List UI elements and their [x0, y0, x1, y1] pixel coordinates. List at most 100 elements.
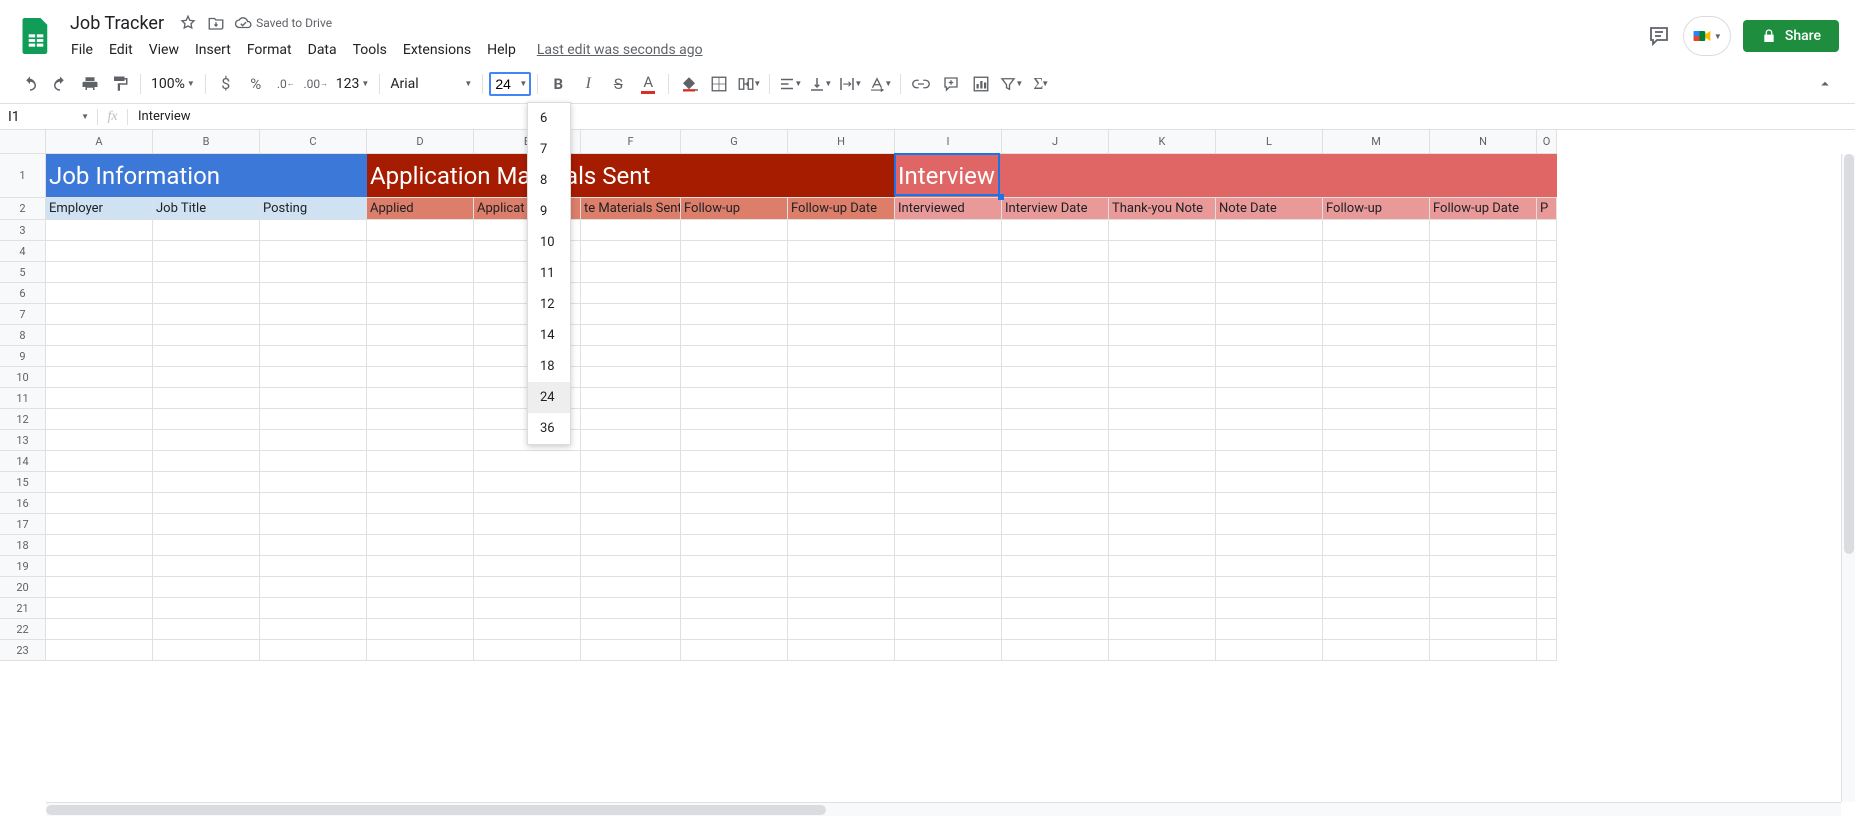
bold-button[interactable]: B	[544, 70, 572, 98]
column-header-I[interactable]: I	[895, 130, 1002, 154]
cell[interactable]	[788, 535, 895, 556]
cell[interactable]	[1002, 325, 1109, 346]
cell[interactable]	[153, 556, 260, 577]
cell[interactable]	[581, 430, 681, 451]
cell[interactable]	[788, 514, 895, 535]
cell[interactable]	[895, 556, 1002, 577]
cell[interactable]	[1002, 367, 1109, 388]
font-size-option-12[interactable]: 12	[528, 289, 570, 320]
vertical-align-button[interactable]: ▼	[806, 70, 834, 98]
cell[interactable]	[1109, 493, 1216, 514]
menu-edit[interactable]: Edit	[102, 38, 140, 62]
cell[interactable]	[681, 535, 788, 556]
cell[interactable]	[1109, 619, 1216, 640]
cell[interactable]	[1430, 304, 1537, 325]
cell[interactable]	[46, 430, 153, 451]
cell[interactable]	[681, 262, 788, 283]
cell[interactable]	[681, 241, 788, 262]
cell[interactable]	[367, 346, 474, 367]
cell[interactable]	[1216, 283, 1323, 304]
row-header-2[interactable]: 2	[0, 198, 46, 220]
cell[interactable]	[1323, 619, 1430, 640]
cell[interactable]	[46, 388, 153, 409]
cell[interactable]	[681, 577, 788, 598]
cell[interactable]	[681, 346, 788, 367]
borders-button[interactable]	[705, 70, 733, 98]
cell[interactable]	[1216, 640, 1323, 661]
cell[interactable]	[260, 325, 367, 346]
cell[interactable]	[1002, 304, 1109, 325]
cell[interactable]	[1216, 346, 1323, 367]
cell[interactable]	[367, 220, 474, 241]
cell[interactable]	[46, 598, 153, 619]
cell[interactable]	[1537, 283, 1557, 304]
cell[interactable]	[1216, 220, 1323, 241]
cell[interactable]	[581, 409, 681, 430]
cell[interactable]	[581, 451, 681, 472]
cell[interactable]	[895, 514, 1002, 535]
row-header-17[interactable]: 17	[0, 514, 46, 535]
cell[interactable]	[681, 325, 788, 346]
cell[interactable]	[1430, 514, 1537, 535]
cell[interactable]	[260, 577, 367, 598]
cell[interactable]	[1002, 535, 1109, 556]
row-header-10[interactable]: 10	[0, 367, 46, 388]
cell[interactable]	[788, 220, 895, 241]
cell[interactable]	[788, 430, 895, 451]
cell[interactable]	[1216, 514, 1323, 535]
font-size-option-18[interactable]: 18	[528, 351, 570, 382]
cell[interactable]	[1323, 367, 1430, 388]
row-header-6[interactable]: 6	[0, 283, 46, 304]
row-header-5[interactable]: 5	[0, 262, 46, 283]
cell[interactable]	[367, 283, 474, 304]
cell[interactable]	[581, 619, 681, 640]
cell[interactable]	[46, 241, 153, 262]
cell[interactable]	[367, 577, 474, 598]
cell[interactable]	[1430, 430, 1537, 451]
font-size-option-14[interactable]: 14	[528, 320, 570, 351]
cell[interactable]	[474, 493, 581, 514]
cell[interactable]	[681, 556, 788, 577]
cell[interactable]	[788, 640, 895, 661]
cell[interactable]	[1002, 451, 1109, 472]
subheader-cell[interactable]: Follow-up Date	[1430, 198, 1537, 220]
cell[interactable]	[1216, 472, 1323, 493]
subheader-cell[interactable]: Note Date	[1216, 198, 1323, 220]
cell[interactable]	[681, 409, 788, 430]
cell[interactable]	[367, 430, 474, 451]
cell[interactable]	[46, 472, 153, 493]
cell[interactable]	[1002, 430, 1109, 451]
row-header-8[interactable]: 8	[0, 325, 46, 346]
cell[interactable]	[1537, 451, 1557, 472]
cell[interactable]	[681, 304, 788, 325]
cell[interactable]	[46, 367, 153, 388]
font-size-dropdown-trigger[interactable]: ▼	[517, 79, 529, 88]
subheader-cell[interactable]: Interview Date	[1002, 198, 1109, 220]
cell[interactable]	[1002, 262, 1109, 283]
row-header-13[interactable]: 13	[0, 430, 46, 451]
row-header-16[interactable]: 16	[0, 493, 46, 514]
cell[interactable]	[260, 514, 367, 535]
cell[interactable]	[681, 640, 788, 661]
cell[interactable]	[153, 283, 260, 304]
cell[interactable]	[1002, 283, 1109, 304]
cell[interactable]	[153, 472, 260, 493]
row-header-23[interactable]: 23	[0, 640, 46, 661]
cell[interactable]	[895, 619, 1002, 640]
decrease-decimal-button[interactable]: .0←	[272, 70, 300, 98]
strikethrough-button[interactable]: S	[604, 70, 632, 98]
cell[interactable]	[1323, 409, 1430, 430]
insert-chart-button[interactable]	[967, 70, 995, 98]
cell[interactable]	[581, 220, 681, 241]
cell[interactable]	[1430, 220, 1537, 241]
cell[interactable]	[1216, 535, 1323, 556]
vertical-scrollbar[interactable]	[1841, 154, 1855, 802]
column-header-B[interactable]: B	[153, 130, 260, 154]
cell[interactable]	[367, 472, 474, 493]
cell[interactable]	[46, 346, 153, 367]
cell[interactable]	[788, 493, 895, 514]
cell[interactable]	[367, 241, 474, 262]
cell[interactable]	[1216, 262, 1323, 283]
cell[interactable]	[46, 556, 153, 577]
cell[interactable]	[1537, 514, 1557, 535]
